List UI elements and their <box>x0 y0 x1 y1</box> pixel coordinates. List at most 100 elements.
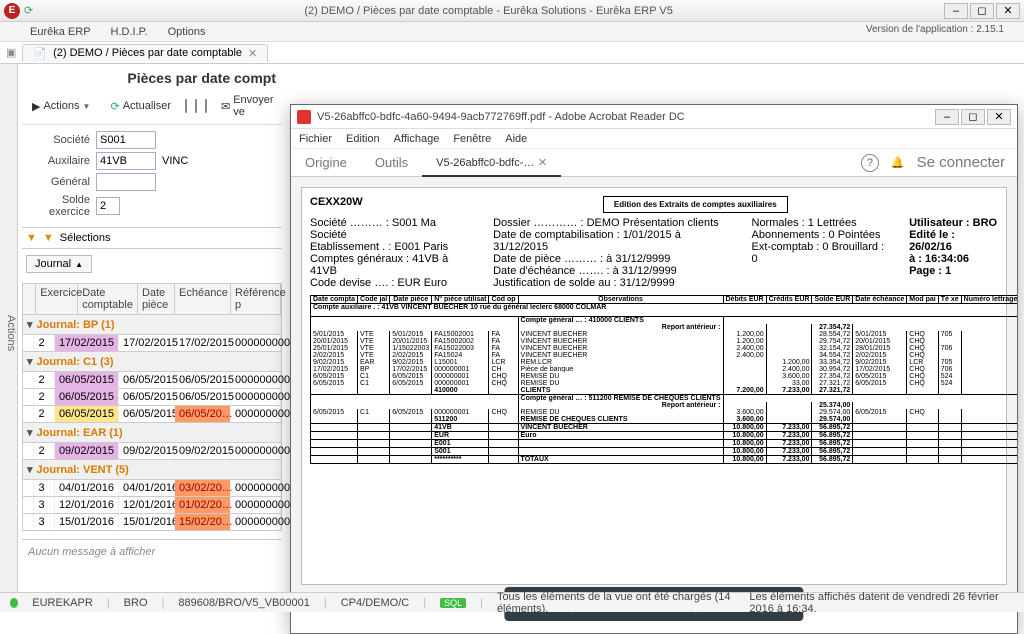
status-env: CP4/DEMO/C <box>341 597 409 609</box>
data-grid: Exercice Date comptable Date pièce Echéa… <box>22 283 282 531</box>
grid-row[interactable]: 206/05/201506/05/201506/05/20…000000000 <box>22 406 282 423</box>
pdf-reader-window: V5-26abffc0-bdfc-4a60-9494-9acb772769ff.… <box>290 104 1018 634</box>
minimize-button[interactable]: – <box>944 3 968 19</box>
pdf-tab-close-icon[interactable]: ✕ <box>538 157 547 169</box>
filter-icon[interactable]: ▼ <box>26 232 37 244</box>
pdf-signin-button[interactable]: Se connecter <box>917 154 1005 171</box>
status-msg1: Tous les éléments de la vue ont été char… <box>497 591 735 615</box>
tool-icon-1[interactable] <box>185 99 187 113</box>
grid-row[interactable]: 209/02/201509/02/201509/02/2015000000000 <box>22 443 282 460</box>
pdf-close-button[interactable]: ✕ <box>987 109 1011 125</box>
pdf-menubar: Fichier Edition Affichage Fenêtre Aide <box>291 129 1017 149</box>
app-titlebar: E ⟳ (2) DEMO / Pièces par date comptable… <box>0 0 1024 22</box>
send-button[interactable]: ✉ Envoyer ve <box>215 92 280 120</box>
pdf-tabs: Origine Outils V5-26abffc0-bdfc-… ✕ ? 🔔 … <box>291 149 1017 177</box>
tab-new-icon[interactable]: ▣ <box>6 46 16 59</box>
view-title: Pièces par date compt <box>22 68 282 88</box>
close-button[interactable]: ✕ <box>996 3 1020 19</box>
pdf-tab-origin[interactable]: Origine <box>291 149 361 176</box>
doc-header-r1: Normales : 1 LettréesAbonnements : 0 Poi… <box>752 217 890 289</box>
menu-hdip[interactable]: H.D.I.P. <box>111 26 148 38</box>
grid-group[interactable]: ▾Journal: EAR (1) <box>22 423 282 443</box>
col-exercice[interactable]: Exercice <box>36 284 78 314</box>
status-bar: EUREKAPR| BRO| 889608/BRO/V5_VB00001| CP… <box>0 592 1024 612</box>
col-reference[interactable]: Référence p <box>231 284 281 314</box>
pdf-menu-window[interactable]: Fenêtre <box>453 133 491 145</box>
status-sql-badge: SQL <box>440 598 466 608</box>
col-date-piece[interactable]: Date pièce <box>138 284 175 314</box>
quick-icon[interactable]: ⟳ <box>24 4 33 17</box>
view-toolbar: ▶ Actions ▼ ⟳ Actualiser ✉ Envoyer ve <box>22 88 282 125</box>
solde-input[interactable] <box>96 197 120 215</box>
version-label: Version de l'application : 2.15.1 <box>866 24 1004 35</box>
actions-button[interactable]: ▶ Actions ▼ <box>26 98 96 115</box>
actions-sidebar[interactable]: Actions <box>0 64 18 592</box>
journal-selector[interactable]: Journal ▲ <box>26 255 92 273</box>
app-title: (2) DEMO / Pièces par date comptable - E… <box>33 5 944 17</box>
gen-label: Général <box>26 176 96 188</box>
pdf-title: V5-26abffc0-bdfc-4a60-9494-9acb772769ff.… <box>317 111 929 123</box>
pdf-titlebar: V5-26abffc0-bdfc-4a60-9494-9acb772769ff.… <box>291 105 1017 129</box>
grid-group[interactable]: ▾Journal: C1 (3) <box>22 352 282 372</box>
gen-input[interactable] <box>96 173 156 191</box>
doc-header-left: Société ……… : S001 Ma SociétéEtablisseme… <box>310 217 473 289</box>
selections-label: Sélections <box>60 232 111 244</box>
pdf-page: CEXX20W Edition des Extraits de comptes … <box>301 187 1007 585</box>
menu-erp[interactable]: Eurêka ERP <box>30 26 91 38</box>
pdf-maximize-button[interactable]: ◻ <box>961 109 985 125</box>
grid-row[interactable]: 206/05/201506/05/201506/05/2015000000000 <box>22 372 282 389</box>
grid-row[interactable]: 217/02/201517/02/201517/02/2015000000000 <box>22 335 282 352</box>
societe-label: Société <box>26 134 96 146</box>
grid-row[interactable]: 312/01/201612/01/201601/02/20…000000000 <box>22 497 282 514</box>
tool-icon-2[interactable] <box>195 99 197 113</box>
col-echeance[interactable]: Echéance <box>175 284 231 314</box>
view-tab[interactable]: 📄 (2) DEMO / Pièces par date comptable ✕ <box>22 44 268 62</box>
app-tabstrip: ▣ 📄 (2) DEMO / Pièces par date comptable… <box>0 42 1024 64</box>
grid-header: Exercice Date comptable Date pièce Echéa… <box>22 283 282 315</box>
menu-options[interactable]: Options <box>168 26 206 38</box>
aux-input[interactable] <box>96 152 156 170</box>
aux-label: Auxilaire <box>26 155 96 167</box>
pdf-viewport[interactable]: CEXX20W Edition des Extraits de comptes … <box>291 177 1017 595</box>
tab-label: (2) DEMO / Pièces par date comptable <box>53 47 242 59</box>
pdf-menu-help[interactable]: Aide <box>505 133 527 145</box>
filter2-icon[interactable]: ▼ <box>43 232 54 244</box>
status-msg2: Les éléments affichés datent de vendredi… <box>749 591 1014 615</box>
tool-icon-3[interactable] <box>205 99 207 113</box>
pdf-menu-edit[interactable]: Edition <box>346 133 380 145</box>
status-user: EUREKAPR <box>32 597 93 609</box>
grid-row[interactable]: 315/01/201615/01/201615/02/20…000000000 <box>22 514 282 531</box>
refresh-button[interactable]: ⟳ Actualiser <box>104 98 177 115</box>
pdf-minimize-button[interactable]: – <box>935 109 959 125</box>
aux-name: VINC <box>162 155 188 167</box>
doc-header-center: Dossier ………… : DEMO Présentation clients… <box>493 217 731 289</box>
pdf-notify-icon[interactable]: 🔔 <box>891 156 905 169</box>
tab-close-icon[interactable]: ✕ <box>248 47 257 60</box>
doc-code: CEXX20W <box>310 196 363 208</box>
grid-group[interactable]: ▾Journal: VENT (5) <box>22 460 282 480</box>
status-indicator-icon <box>10 598 18 608</box>
societe-input[interactable] <box>96 131 156 149</box>
pdf-menu-file[interactable]: Fichier <box>299 133 332 145</box>
filter-form: Société Auxilaire VINC Général Solde exe… <box>22 125 282 227</box>
col-indicator[interactable] <box>23 284 36 314</box>
pdf-help-icon[interactable]: ? <box>861 154 879 172</box>
doc-header-r2: Utilisateur : BROEdité le : 26/02/16à : … <box>909 217 998 289</box>
pdf-menu-view[interactable]: Affichage <box>394 133 440 145</box>
maximize-button[interactable]: ◻ <box>970 3 994 19</box>
app-logo: E <box>4 3 20 19</box>
pdf-tab-tools[interactable]: Outils <box>361 149 422 176</box>
status-role: BRO <box>124 597 148 609</box>
pdf-tab-doc[interactable]: V5-26abffc0-bdfc-… ✕ <box>422 148 561 177</box>
pdf-app-icon <box>297 110 311 124</box>
doc-title-box: Edition des Extraits de comptes auxiliai… <box>603 196 788 213</box>
grid-row[interactable]: 304/01/201604/01/201603/02/20…000000000 <box>22 480 282 497</box>
doc-table: Date comptaCode jalDate pièceN° pièce ut… <box>310 295 1017 464</box>
status-db: 889608/BRO/V5_VB00001 <box>178 597 310 609</box>
solde-label: Solde exercice <box>26 194 96 218</box>
grid-group[interactable]: ▾Journal: BP (1) <box>22 315 282 335</box>
tab-doc-icon: 📄 <box>33 47 47 60</box>
col-date-comptable[interactable]: Date comptable <box>78 284 138 314</box>
grid-row[interactable]: 206/05/201506/05/201506/05/2015000000000 <box>22 389 282 406</box>
message-bar: Aucun message à afficher <box>22 539 282 564</box>
